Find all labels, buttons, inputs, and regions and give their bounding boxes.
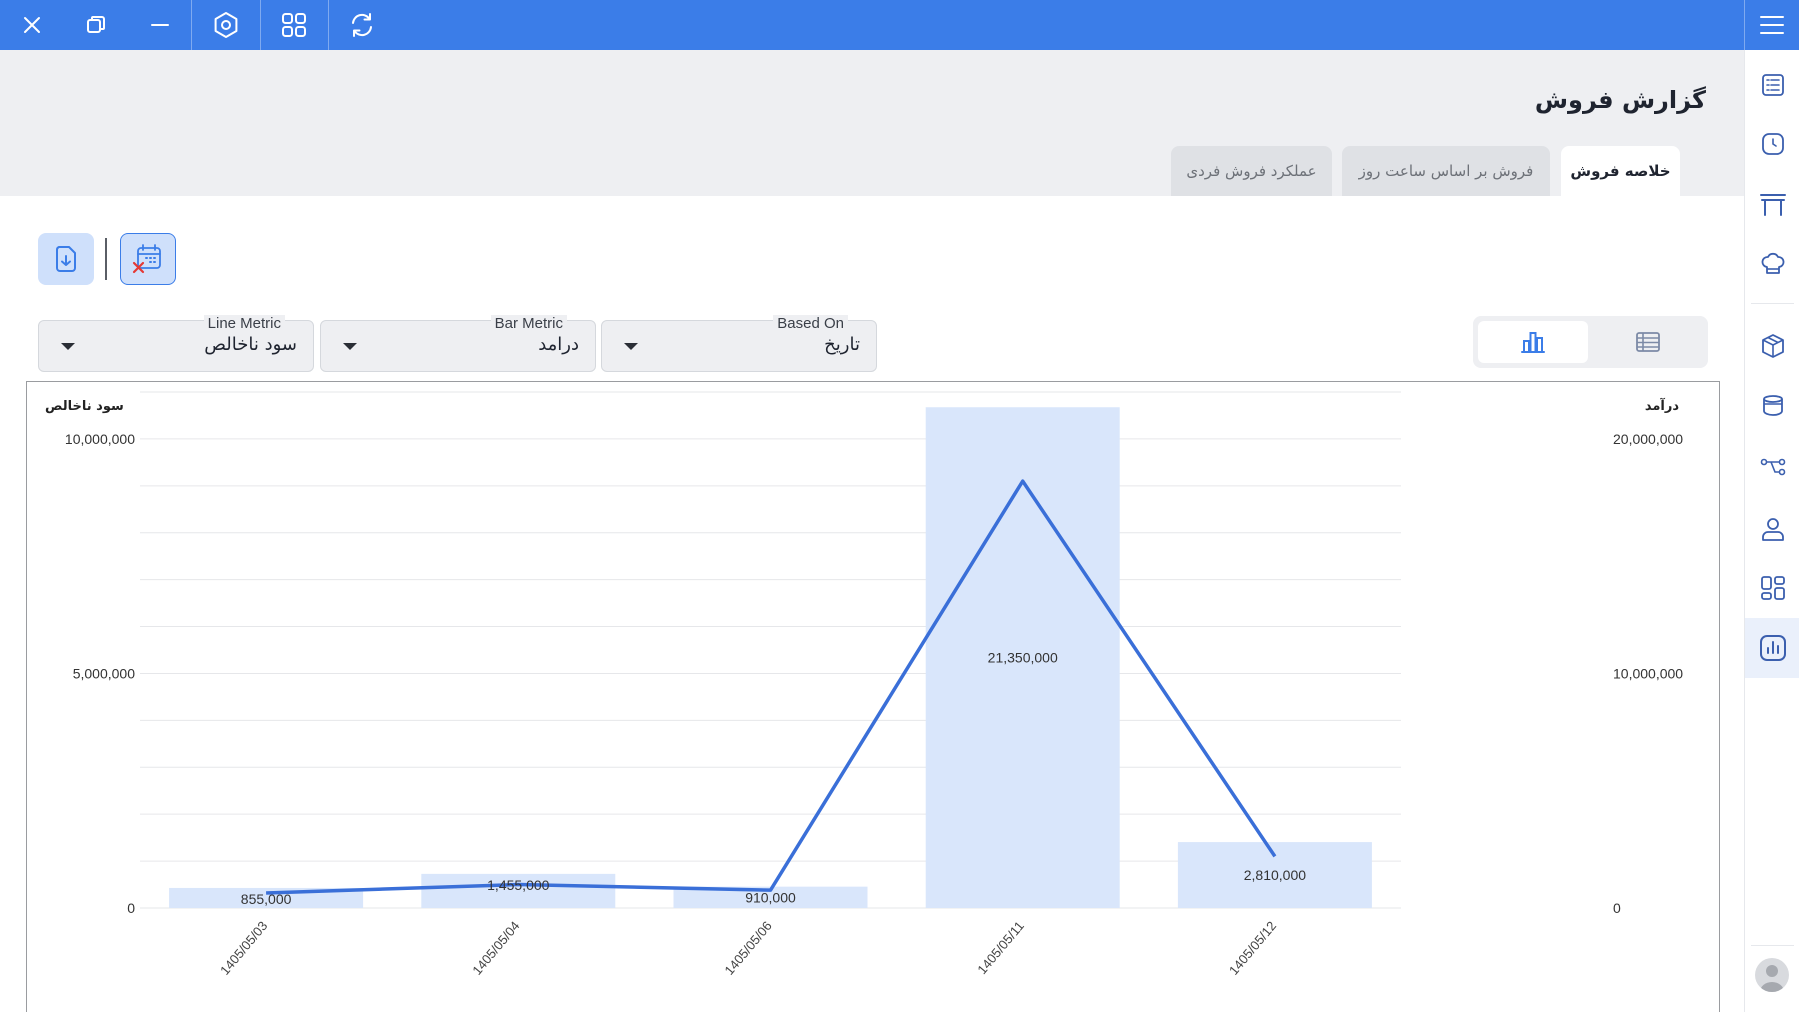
minimize-icon[interactable]	[128, 0, 192, 50]
bar-value-label: 910,000	[745, 890, 796, 906]
chart-card: سود ناخالص درآمد 855,000 1,455,000 910,000…	[26, 381, 1720, 1012]
x-tick-label: 1405/05/11	[974, 918, 1027, 977]
bar-value-label: 855,000	[241, 891, 292, 907]
x-tick-label: 1405/05/12	[1226, 918, 1279, 977]
sidebar-divider	[1751, 303, 1794, 304]
topbar-divider	[260, 0, 261, 50]
based-on-value: تاریخ	[824, 334, 860, 355]
chef-hat-icon[interactable]	[1745, 236, 1799, 292]
right-sidebar	[1744, 50, 1799, 1012]
user-icon[interactable]	[1745, 501, 1799, 557]
restore-window-icon[interactable]	[64, 0, 128, 50]
right-tick-label: 20,000,000	[1613, 431, 1683, 447]
x-tick-label: 1405/05/03	[217, 918, 270, 977]
left-axis-title: سود ناخالص	[45, 399, 124, 414]
left-tick-label: 5,000,000	[73, 665, 135, 681]
table-grid-icon	[1636, 332, 1660, 352]
left-tick-label: 0	[127, 900, 135, 916]
topbar-divider	[191, 0, 192, 50]
bar-value-label: 2,810,000	[1244, 867, 1306, 883]
chevron-down-icon	[61, 343, 75, 350]
table-view-button[interactable]	[1593, 321, 1703, 363]
line-metric-value: سود ناخالص	[204, 334, 297, 355]
topbar-divider	[328, 0, 329, 50]
workflow-icon[interactable]	[1745, 439, 1799, 495]
receipt-list-icon[interactable]	[1745, 57, 1799, 113]
right-tick-label: 10,000,000	[1613, 665, 1683, 681]
file-download-icon	[56, 246, 76, 272]
settings-hexagon-icon[interactable]	[194, 0, 258, 50]
pot-icon[interactable]	[1745, 377, 1799, 433]
right-tick-label: 0	[1613, 900, 1621, 916]
line-series	[266, 479, 1277, 895]
grid-lines	[140, 391, 1401, 909]
bar-metric-label: Bar Metric	[490, 315, 567, 332]
line-series-path	[266, 479, 1277, 895]
table-icon[interactable]	[1745, 176, 1799, 232]
combo-chart: سود ناخالص درآمد 855,000 1,455,000 910,000…	[45, 391, 1683, 978]
chevron-down-icon	[343, 343, 357, 350]
report-chart-icon[interactable]	[1745, 618, 1799, 678]
left-tick-label: 10,000,000	[65, 431, 135, 447]
top-bar	[0, 0, 1799, 50]
bar-value-label: 1,455,000	[487, 877, 549, 893]
right-axis-title: درآمد	[1645, 397, 1679, 414]
calendar-clear-icon	[132, 244, 161, 274]
avatar[interactable]	[1755, 958, 1789, 992]
package-box-icon[interactable]	[1745, 318, 1799, 374]
based-on-select[interactable]: Based On تاریخ	[601, 315, 877, 372]
bar-chart-icon	[1521, 332, 1545, 353]
dashboard-grid-icon[interactable]	[1745, 560, 1799, 616]
page-header: گزارش فروش خلاصه فروش فروش بر اساس ساعت …	[0, 50, 1744, 196]
tab-sales-by-hour[interactable]: فروش بر اساس ساعت روز	[1342, 146, 1550, 196]
bar-value-label: 21,350,000	[988, 650, 1058, 666]
tab-individual-performance[interactable]: عملکرد فروش فردی	[1171, 146, 1332, 196]
sidebar-divider	[1751, 945, 1794, 946]
close-icon[interactable]	[0, 0, 64, 50]
line-metric-select[interactable]: Line Metric سود ناخالص	[38, 315, 314, 372]
page-title: گزارش فروش	[1534, 86, 1706, 114]
line-metric-label: Line Metric	[203, 315, 285, 332]
menu-icon[interactable]	[1744, 0, 1799, 50]
apps-grid-icon[interactable]	[262, 0, 326, 50]
chart-view-button[interactable]	[1478, 321, 1588, 363]
x-tick-label: 1405/05/04	[469, 918, 522, 977]
bar-series	[169, 407, 1372, 908]
bar-metric-select[interactable]: Bar Metric درامد	[320, 315, 596, 372]
bar-metric-value: درامد	[538, 334, 579, 355]
data-labels: 855,000 1,455,000 910,000 21,350,000 2,810,0…	[241, 650, 1306, 907]
based-on-label: Based On	[773, 315, 848, 332]
clock-icon[interactable]	[1745, 116, 1799, 172]
toolbar-divider	[105, 238, 107, 280]
view-toggle	[1473, 316, 1708, 368]
export-file-button[interactable]	[38, 233, 94, 285]
tab-sales-summary[interactable]: خلاصه فروش	[1561, 146, 1680, 196]
chevron-down-icon	[624, 343, 638, 350]
x-tick-label: 1405/05/06	[721, 918, 774, 977]
clear-date-filter-button[interactable]	[120, 233, 176, 285]
refresh-icon[interactable]	[330, 0, 394, 50]
